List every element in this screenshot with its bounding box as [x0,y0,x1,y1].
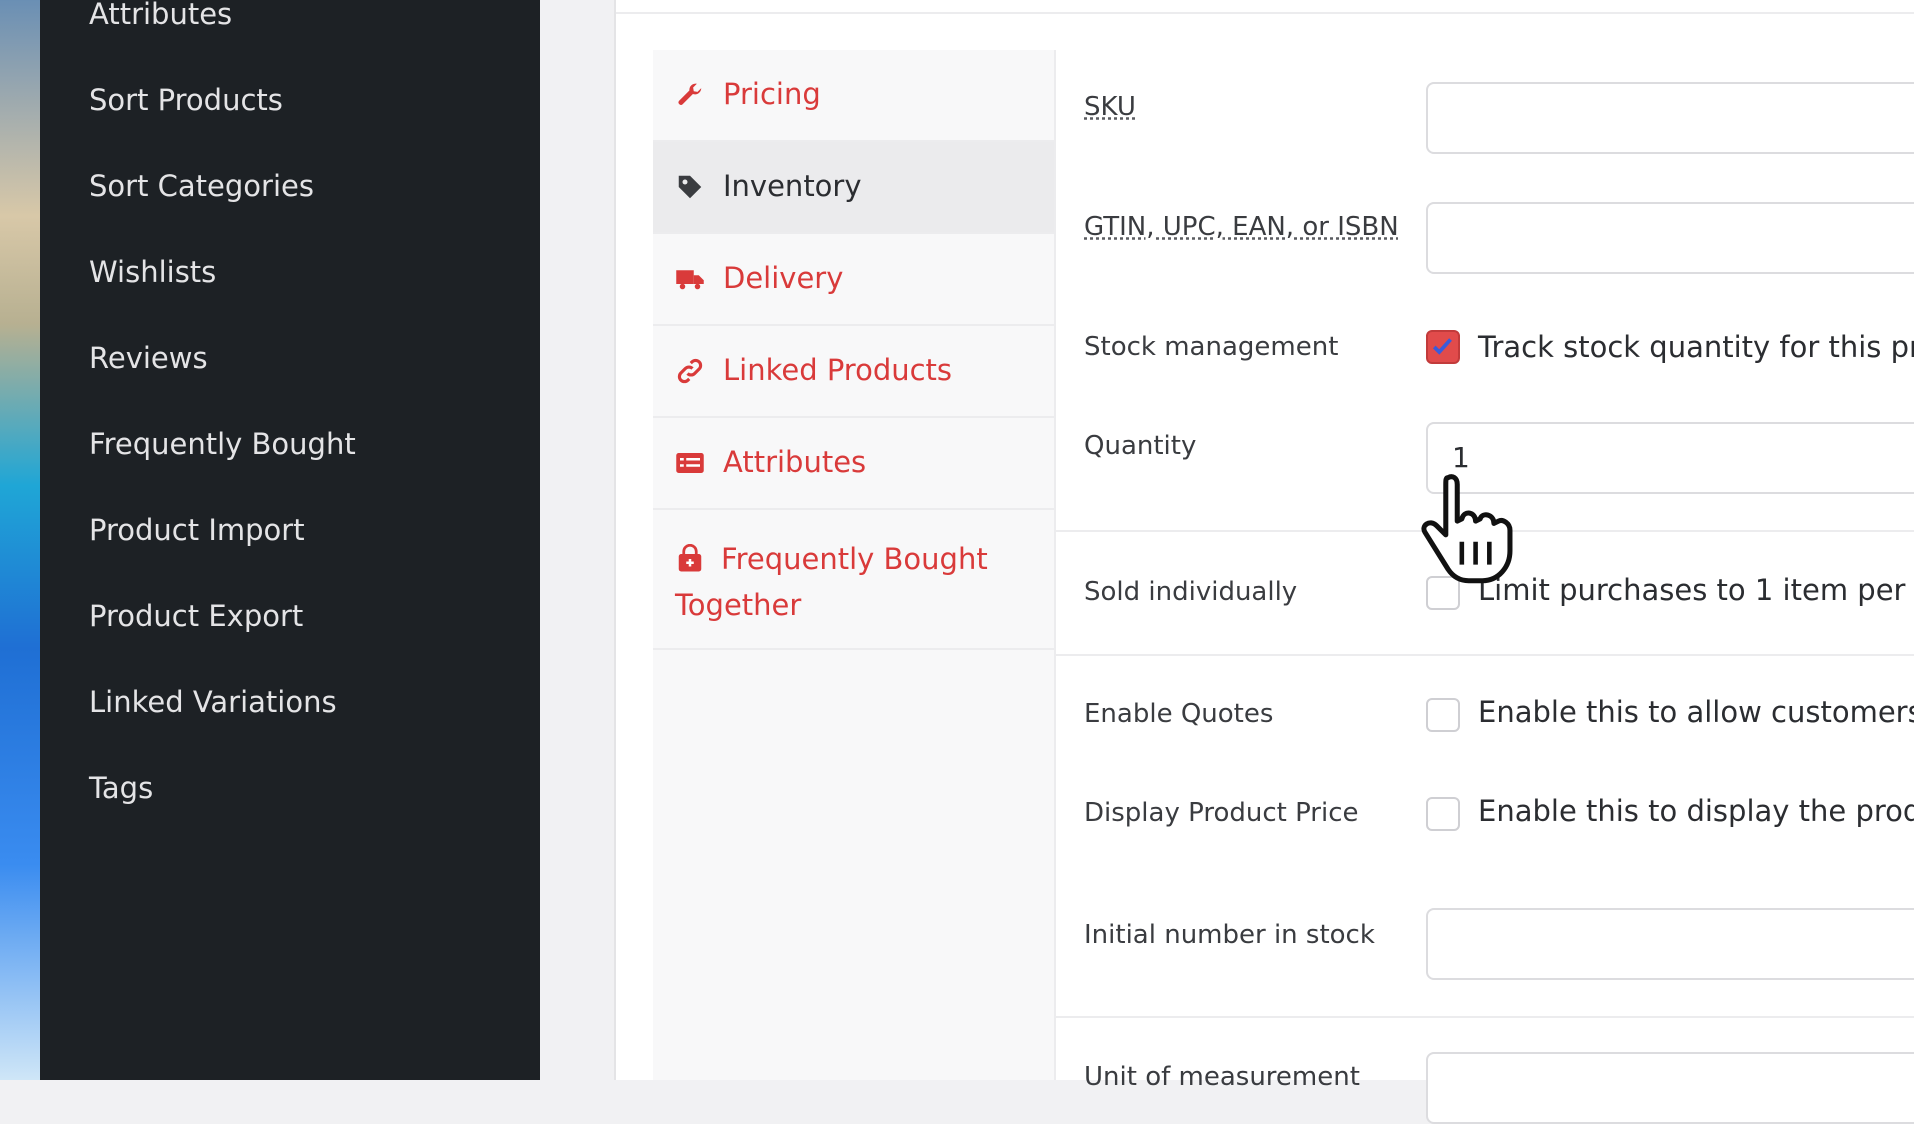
sidebar-item-sort-products[interactable]: Sort Products [89,80,283,120]
stock-management-checkbox[interactable] [1426,330,1460,364]
sku-label: SKU [1084,92,1136,122]
wrench-icon [678,83,702,105]
sidebar-item-product-import[interactable]: Product Import [89,510,305,550]
tab-attributes-label: Attributes [723,445,867,479]
product-data-tabs: Pricing Inventory Delivery Linked Produc… [653,50,1056,1080]
sidebar-item-linked-variations[interactable]: Linked Variations [89,682,337,722]
enable-quotes-label: Enable Quotes [1084,699,1274,729]
initial-stock-input[interactable] [1426,908,1914,980]
tab-inventory[interactable]: Inventory [653,142,1054,234]
tab-pricing-label: Pricing [723,77,821,111]
section-divider [1056,1016,1914,1018]
tab-linked-products-label: Linked Products [723,353,953,387]
display-product-price-checkbox[interactable] [1426,797,1460,831]
sku-input[interactable] [1426,82,1914,154]
sidebar-item-tags[interactable]: Tags [89,768,153,808]
sidebar-item-attributes[interactable]: Attributes [89,0,232,34]
gtin-label: GTIN, UPC, EAN, or ISBN [1084,212,1399,242]
display-product-price-label: Display Product Price [1084,798,1359,828]
check-icon [1432,338,1452,355]
enable-quotes-description: Enable this to allow customers t [1478,695,1914,729]
sold-individually-description: Limit purchases to 1 item per or [1478,573,1914,607]
tab-pricing[interactable]: Pricing [653,50,1054,142]
tab-attributes[interactable]: Attributes [653,418,1054,510]
admin-sidebar: Attributes Sort Products Sort Categories… [40,0,540,1080]
link-icon [677,358,703,384]
display-product-price-description: Enable this to display the produ [1478,794,1914,828]
sidebar-item-reviews[interactable]: Reviews [89,338,208,378]
initial-stock-label: Initial number in stock [1084,920,1375,950]
sidebar-item-product-export[interactable]: Product Export [89,596,303,636]
product-data-panel: Pricing Inventory Delivery Linked Produc… [614,0,1914,1124]
stock-management-description: Track stock quantity for this pro [1478,330,1914,364]
section-divider [1056,654,1914,656]
list-icon [676,453,704,473]
tab-linked-products[interactable]: Linked Products [653,326,1054,418]
tag-icon [678,175,702,199]
tab-frequently-bought-together[interactable]: Frequently Bought Together [653,510,1054,650]
tab-delivery-label: Delivery [723,261,844,295]
desktop-wallpaper [0,0,40,1080]
sold-individually-label: Sold individually [1084,577,1298,607]
stock-management-label: Stock management [1084,332,1339,362]
tab-frequently-bought-together-label: Frequently Bought Together [675,542,988,622]
sidebar-item-wishlists[interactable]: Wishlists [89,252,216,292]
tab-delivery[interactable]: Delivery [653,234,1054,326]
enable-quotes-checkbox[interactable] [1426,698,1460,732]
sidebar-item-frequently-bought[interactable]: Frequently Bought [89,424,356,464]
gtin-input[interactable] [1426,202,1914,274]
hand-pointer-icon [1421,474,1513,584]
unit-of-measurement-label: Unit of measurement [1084,1062,1360,1092]
sidebar-item-sort-categories[interactable]: Sort Categories [89,166,314,206]
content-gutter [540,0,614,1080]
unit-of-measurement-input[interactable] [1426,1052,1914,1124]
tab-inventory-label: Inventory [723,169,862,203]
quantity-label: Quantity [1084,431,1197,461]
panel-header-edge [616,0,1914,14]
truck-icon [676,270,704,290]
